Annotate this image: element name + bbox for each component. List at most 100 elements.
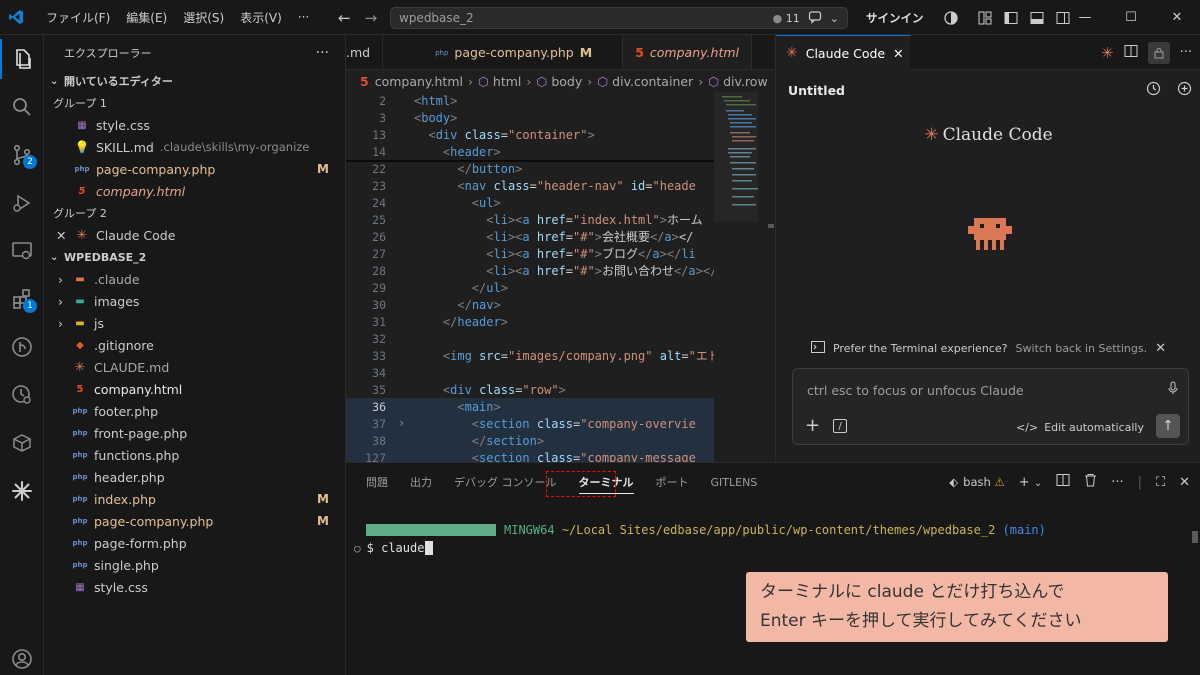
close-panel-icon[interactable]: ✕ (1179, 475, 1190, 490)
tree-file[interactable]: php index.php M (44, 488, 345, 510)
explorer-icon[interactable] (0, 39, 44, 79)
editor-tab[interactable]: .md (346, 35, 384, 69)
code-line[interactable]: 30 </nav> (346, 296, 714, 313)
code-line[interactable]: 24 <ul> (346, 194, 714, 211)
code-line[interactable]: 36 <main> (346, 398, 714, 415)
tree-file[interactable]: php front-page.php (44, 422, 345, 444)
tab-output[interactable]: 出力 (410, 474, 432, 490)
code-line[interactable]: 38 </section> (346, 432, 714, 449)
new-session-icon[interactable] (1177, 81, 1192, 100)
tree-file[interactable]: ◆ .gitignore (44, 334, 345, 356)
fold-chevron-icon[interactable]: › (398, 415, 405, 432)
run-debug-icon[interactable] (0, 183, 44, 223)
toggle-panel-icon[interactable] (1024, 11, 1050, 25)
timeline-icon[interactable] (0, 375, 44, 415)
tree-file[interactable]: php page-form.php (44, 532, 345, 554)
trash-icon[interactable] (1084, 473, 1097, 491)
tree-file[interactable]: php page-company.php M (44, 510, 345, 532)
code-line[interactable]: 27 <li><a href="#">ブログ</a></li (346, 245, 714, 262)
claude-code-icon[interactable] (0, 471, 44, 511)
tree-folder[interactable]: › ▬ .claude (44, 268, 345, 290)
forward-arrow-icon[interactable]: → (365, 9, 378, 27)
tab-ports[interactable]: ポート (656, 474, 689, 490)
open-editor-item[interactable]: php page-company.php M (44, 158, 345, 180)
command-center-search[interactable]: wpedbase_2 ● 11 ⌄ (390, 7, 848, 29)
microphone-icon[interactable] (1168, 381, 1178, 399)
tree-folder[interactable]: › ▬ js (44, 312, 345, 334)
menu-more[interactable]: ··· (290, 10, 317, 24)
breadcrumb-item[interactable]: div.container (612, 74, 693, 89)
more-actions-icon[interactable]: ··· (1180, 45, 1192, 60)
tab-problems[interactable]: 問題 (366, 474, 388, 490)
code-line[interactable]: 23 <nav class="header-nav" id="heade (346, 177, 714, 194)
open-editor-item[interactable]: ▦ style.css (44, 114, 345, 136)
menu-file[interactable]: ファイル(F) (38, 9, 118, 26)
lock-icon[interactable] (1147, 41, 1170, 64)
close-icon[interactable]: ✕ (56, 228, 74, 243)
signin-button[interactable]: サインイン (866, 10, 924, 26)
history-icon[interactable] (1146, 81, 1161, 100)
code-line[interactable]: 22 </button> (346, 160, 714, 177)
breadcrumb-item[interactable]: company.html (375, 74, 463, 89)
tree-file[interactable]: 5 company.html (44, 378, 345, 400)
tab-debug-console[interactable]: デバッグ コンソール (454, 474, 557, 490)
maximize-panel-icon[interactable]: ⛶ (1156, 475, 1165, 490)
chevron-down-icon[interactable]: ⌄ (830, 12, 839, 25)
editor-tab[interactable]: php page-company.php M (383, 35, 624, 69)
folder-section[interactable]: ⌄ WPEDBASE_2 (44, 246, 345, 268)
hint-settings-link[interactable]: Switch back in Settings. (1015, 342, 1147, 355)
package-icon[interactable] (0, 423, 44, 463)
source-control-icon[interactable]: 2 (0, 135, 44, 175)
code-line[interactable]: 3 <body> (346, 109, 714, 126)
accounts-icon[interactable] (938, 10, 964, 25)
open-editor-item[interactable]: 5 company.html (44, 180, 345, 202)
gitlens-icon[interactable] (0, 327, 44, 367)
layout-customize-icon[interactable] (972, 11, 998, 25)
toggle-primary-sidebar-icon[interactable] (998, 11, 1024, 25)
tree-folder[interactable]: › ▬ images (44, 290, 345, 312)
menu-view[interactable]: 表示(V) (232, 9, 290, 26)
code-line[interactable]: 14 <header> (346, 143, 714, 160)
changes-indicator[interactable]: ● 11 (773, 12, 800, 25)
slash-command-icon[interactable]: / (833, 419, 847, 433)
breadcrumb-item[interactable]: div.row (723, 74, 768, 89)
claude-spark-icon[interactable]: ✳ (1101, 44, 1114, 62)
code-line[interactable]: 35 <div class="row"> (346, 381, 714, 398)
close-icon[interactable]: ✕ (1155, 341, 1166, 356)
code-line[interactable]: 32 (346, 330, 714, 347)
code-line[interactable]: 25 <li><a href="index.html">ホーム (346, 211, 714, 228)
back-arrow-icon[interactable]: ← (338, 9, 351, 27)
menu-selection[interactable]: 選択(S) (175, 9, 232, 26)
breadcrumb-item[interactable]: body (551, 74, 582, 89)
tree-file[interactable]: php functions.php (44, 444, 345, 466)
menu-edit[interactable]: 編集(E) (118, 9, 175, 26)
code-line[interactable]: 2 <html> (346, 92, 714, 109)
extensions-icon[interactable]: 1 (0, 279, 44, 319)
close-icon[interactable]: ✕ (893, 46, 903, 61)
code-line[interactable]: 28 <li><a href="#">お問い合わせ</a></li> (346, 262, 714, 279)
open-editor-item[interactable]: ✕ ✳ Claude Code (44, 224, 345, 246)
tree-file[interactable]: php single.php (44, 554, 345, 576)
code-line[interactable]: 13 <div class="container"> (346, 126, 714, 143)
split-editor-icon[interactable] (1124, 44, 1138, 62)
code-line[interactable]: 31 </header> (346, 313, 714, 330)
code-line[interactable]: 34 (346, 364, 714, 381)
tree-file[interactable]: ▦ style.css (44, 576, 345, 598)
claude-code-tab[interactable]: ✳ Claude Code ✕ (776, 35, 910, 70)
terminal-selector[interactable]: ⬖ bash ⚠ (949, 475, 1004, 489)
tab-gitlens[interactable]: GITLENS (711, 476, 758, 489)
new-terminal-icon[interactable]: + ⌄ (1019, 475, 1042, 490)
split-terminal-icon[interactable] (1056, 473, 1070, 491)
edit-mode-toggle[interactable]: </> Edit automatically (1016, 421, 1144, 434)
more-actions-icon[interactable]: ··· (1111, 475, 1123, 490)
tree-file[interactable]: ✳ CLAUDE.md (44, 356, 345, 378)
search-icon[interactable] (0, 87, 44, 127)
minimap[interactable] (714, 92, 774, 462)
editor-tab-active[interactable]: 5 company.html (623, 35, 752, 69)
more-actions-icon[interactable]: ··· (316, 45, 329, 61)
send-arrow-icon[interactable]: ↑ (1156, 414, 1180, 438)
open-editor-item[interactable]: 💡 SKILL.md .claude\skills\my-organize (44, 136, 345, 158)
open-editors-section[interactable]: ⌄ 開いているエディター (44, 70, 345, 92)
copilot-chat-icon[interactable] (808, 10, 822, 27)
maximize-icon[interactable]: ☐ (1108, 0, 1154, 35)
